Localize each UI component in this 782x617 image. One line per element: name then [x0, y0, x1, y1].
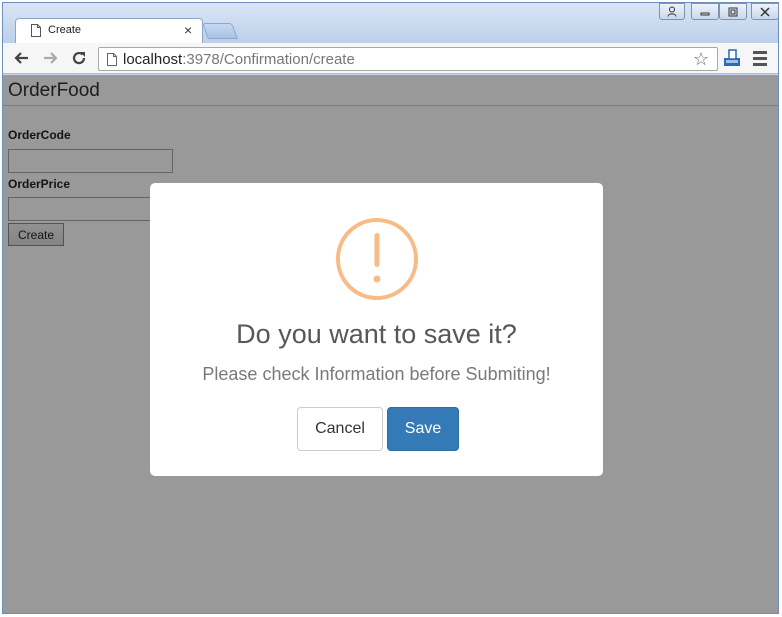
title-bar: Create ×: [3, 3, 779, 44]
back-icon[interactable]: [11, 48, 31, 68]
extension-icon[interactable]: [723, 49, 741, 67]
restore-button[interactable]: [719, 3, 747, 20]
page-content: OrderFood OrderCode OrderPrice Create Do…: [3, 75, 778, 613]
reload-icon[interactable]: [69, 48, 89, 68]
url-path: :3978/Confirmation/create: [182, 51, 355, 68]
user-profile-icon[interactable]: [659, 3, 685, 20]
browser-window: Create × localhost:3978/Confirmation/cre…: [2, 2, 779, 614]
url-host: localhost: [123, 51, 183, 68]
confirm-dialog: Do you want to save it? Please check Inf…: [150, 183, 603, 476]
dialog-message: Please check Information before Submitin…: [202, 364, 551, 384]
close-window-button[interactable]: [751, 3, 779, 20]
tab-title: Create: [48, 24, 82, 36]
new-tab-button[interactable]: [202, 23, 238, 39]
page-icon: [107, 53, 117, 66]
minimize-button[interactable]: [691, 3, 719, 20]
cancel-button[interactable]: Cancel: [297, 407, 383, 451]
warning-icon: [336, 218, 418, 300]
url-text: localhost:3978/Confirmation/create: [123, 51, 355, 68]
page-icon: [31, 24, 41, 37]
dialog-title: Do you want to save it?: [236, 319, 517, 349]
address-bar[interactable]: localhost:3978/Confirmation/create ☆: [98, 47, 718, 71]
menu-icon[interactable]: [753, 48, 767, 68]
bookmark-star-icon[interactable]: ☆: [693, 49, 709, 69]
forward-icon[interactable]: [41, 48, 61, 68]
browser-tab[interactable]: Create ×: [15, 18, 203, 44]
browser-toolbar: localhost:3978/Confirmation/create ☆: [3, 43, 778, 74]
save-button[interactable]: Save: [387, 407, 459, 451]
tab-close-icon[interactable]: ×: [184, 22, 192, 38]
